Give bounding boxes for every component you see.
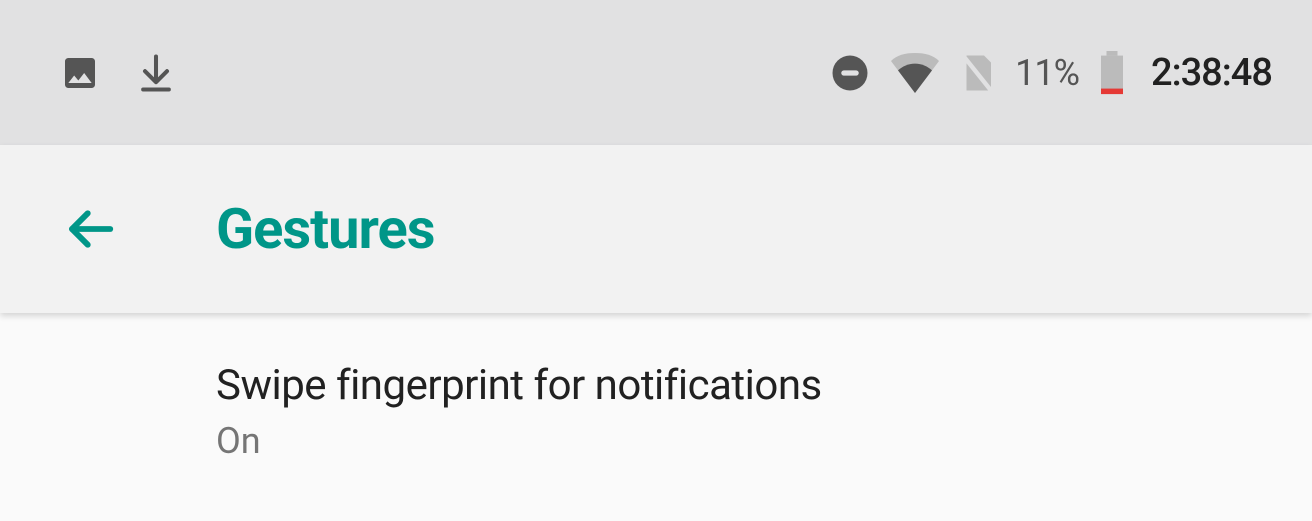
battery-percent: 11% bbox=[1015, 52, 1079, 94]
status-right: 11% 2:38:48 bbox=[829, 51, 1272, 95]
page-title: Gestures bbox=[216, 196, 435, 262]
pref-summary: On bbox=[216, 420, 1312, 462]
pref-title: Swipe fingerprint for notifications bbox=[216, 361, 1312, 410]
battery-icon bbox=[1099, 51, 1125, 95]
clock: 2:38:48 bbox=[1151, 51, 1272, 95]
status-bar: 11% 2:38:48 bbox=[0, 0, 1312, 145]
status-left bbox=[60, 51, 178, 95]
app-bar: Gestures bbox=[0, 145, 1312, 313]
image-icon bbox=[60, 53, 100, 93]
no-sim-icon bbox=[959, 52, 995, 94]
download-icon bbox=[134, 51, 178, 95]
dnd-icon bbox=[829, 52, 871, 94]
pref-swipe-fingerprint[interactable]: Swipe fingerprint for notifications On bbox=[0, 361, 1312, 462]
content: Swipe fingerprint for notifications On bbox=[0, 313, 1312, 462]
wifi-icon bbox=[891, 52, 939, 94]
back-button[interactable] bbox=[60, 199, 120, 259]
